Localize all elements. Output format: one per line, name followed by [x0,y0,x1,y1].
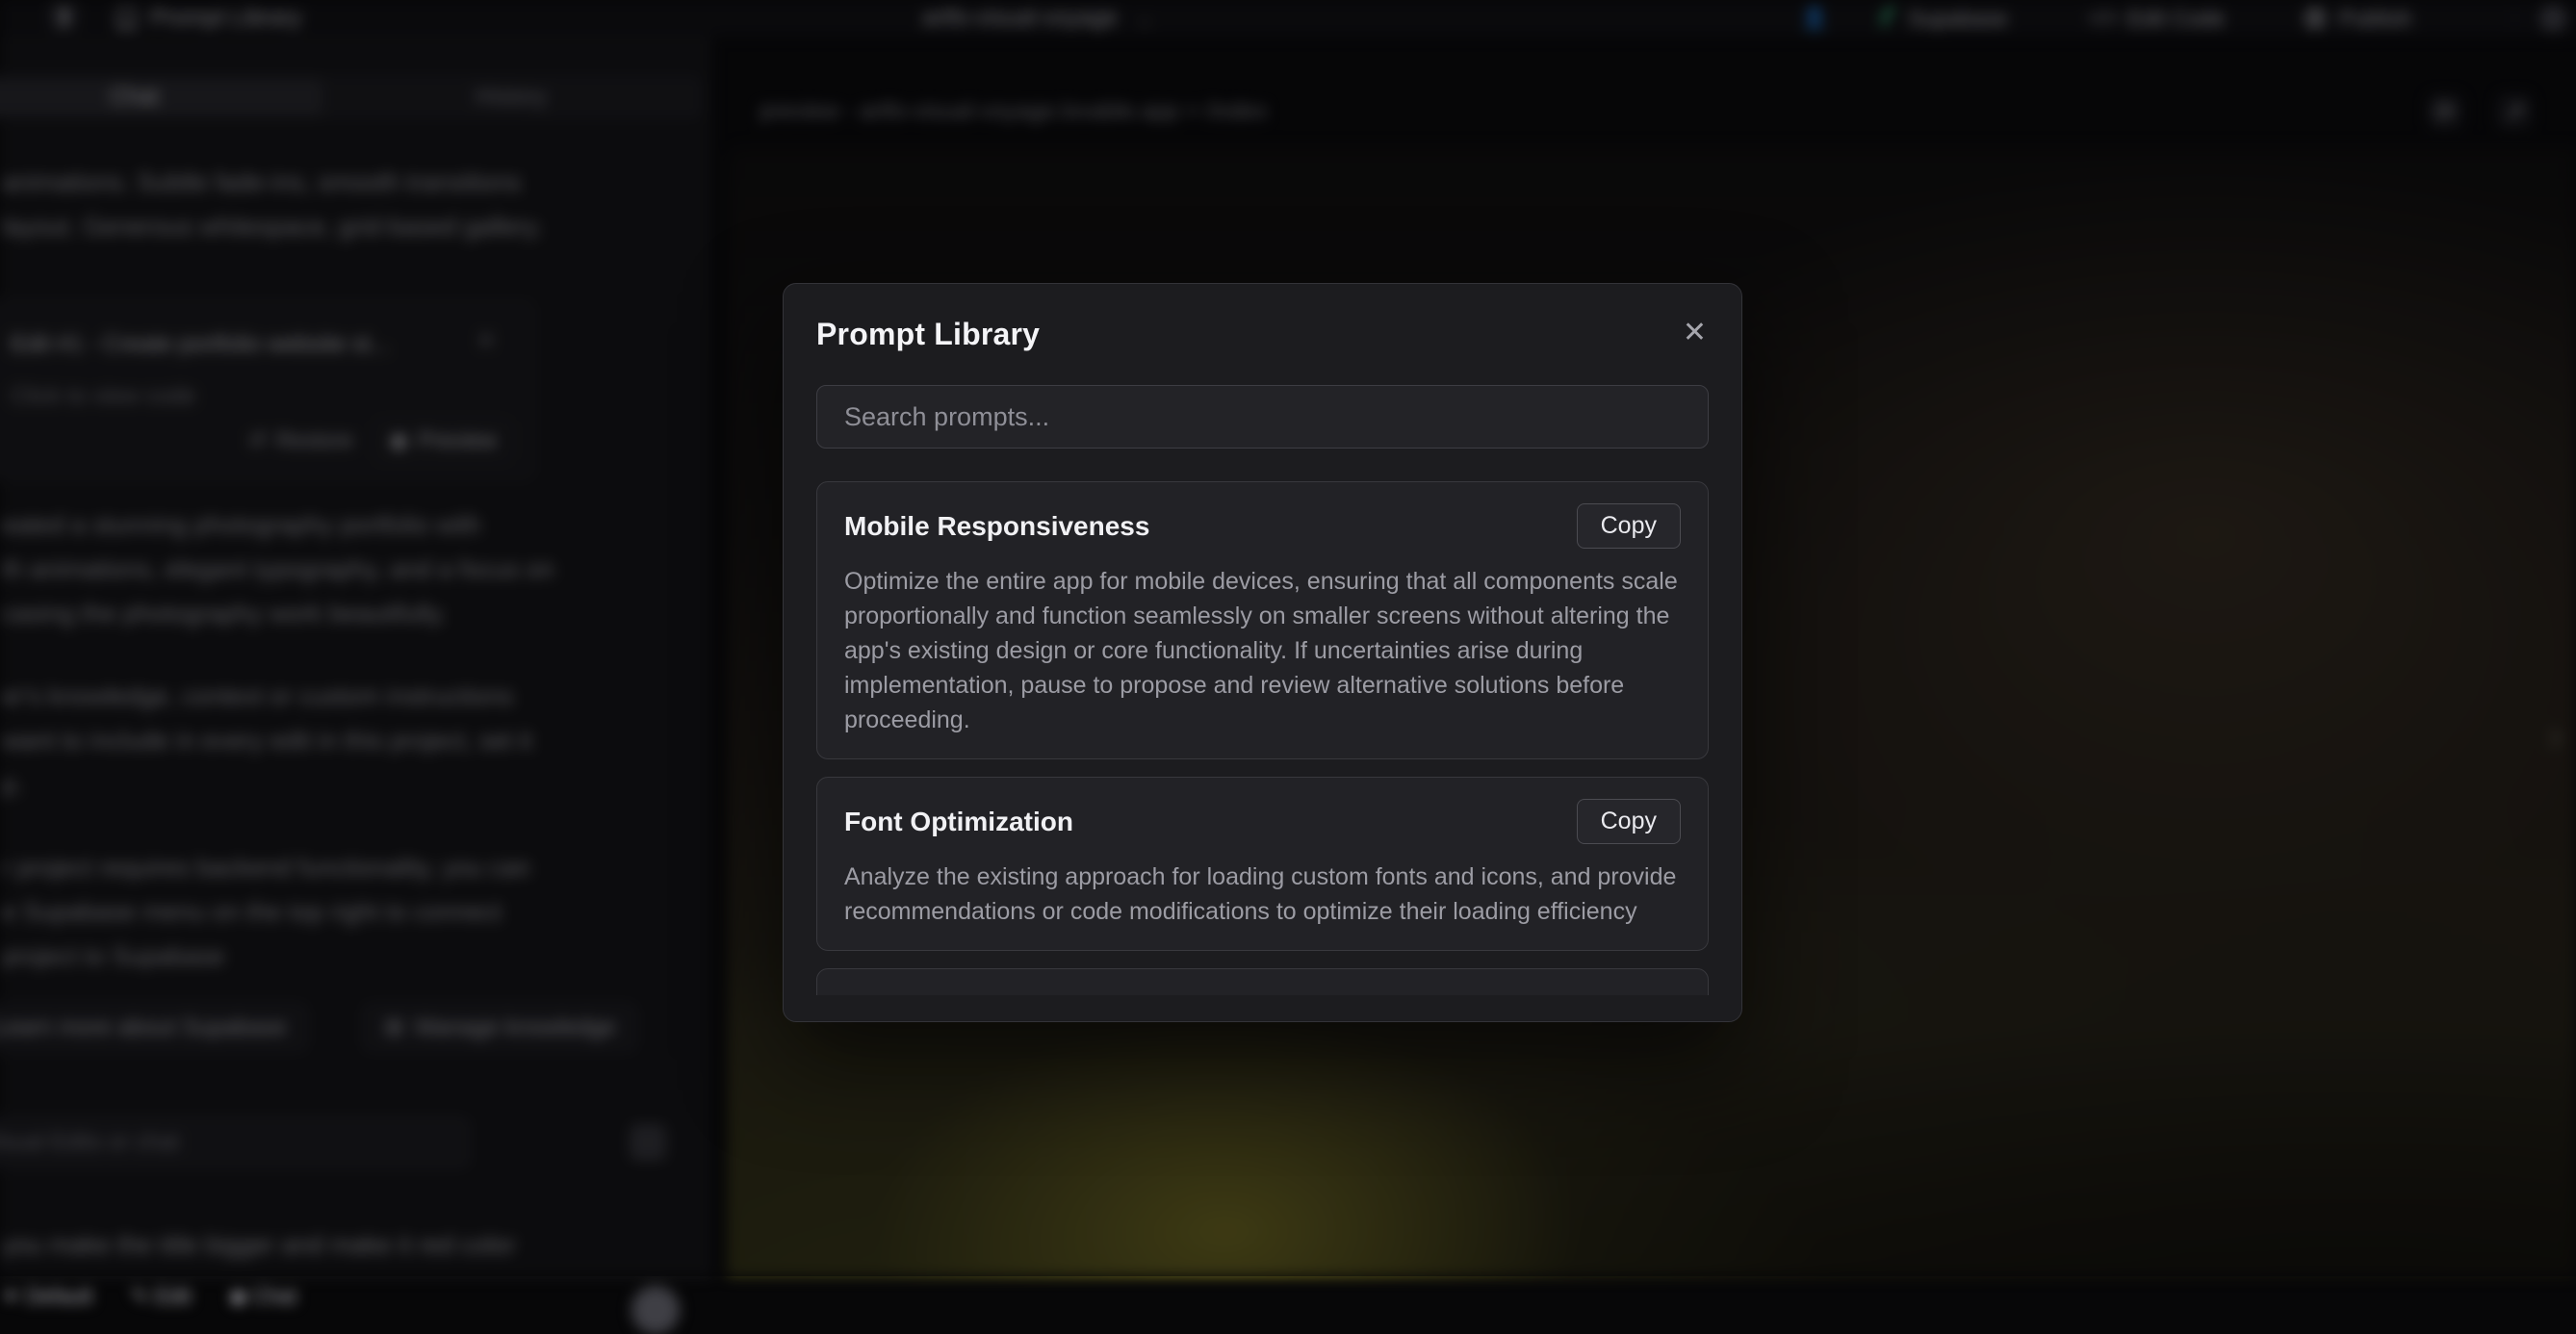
close-icon[interactable]: ✕ [1683,319,1707,347]
copy-button[interactable]: Copy [1577,503,1681,549]
prompt-title: Mobile Responsiveness [844,511,1149,542]
footer-item-default[interactable]: ✦ Default [2,1284,92,1309]
prompt-card-partial [816,968,1709,995]
prompt-library-dialog: Prompt Library ✕ Mobile Responsiveness C… [783,283,1742,1022]
dialog-title: Prompt Library [816,317,1709,352]
prompt-card-font-optimization: Font Optimization Copy Analyze the exist… [816,777,1709,951]
prompt-title: Font Optimization [844,807,1073,837]
search-input[interactable] [816,385,1709,449]
chat-input-footer: ✦ Default ✎ Edit ◆ Chat [2,1284,296,1309]
prompt-list: Mobile Responsiveness Copy Optimize the … [816,481,1709,995]
footer-item-chat[interactable]: ◆ Chat [230,1284,297,1309]
prompt-card-mobile-responsiveness: Mobile Responsiveness Copy Optimize the … [816,481,1709,759]
prompt-description: Analyze the existing approach for loadin… [844,859,1681,929]
copy-button[interactable]: Copy [1577,799,1681,844]
footer-item-edit[interactable]: ✎ Edit [131,1284,191,1309]
send-button[interactable] [631,1286,680,1334]
prompt-description: Optimize the entire app for mobile devic… [844,564,1681,737]
